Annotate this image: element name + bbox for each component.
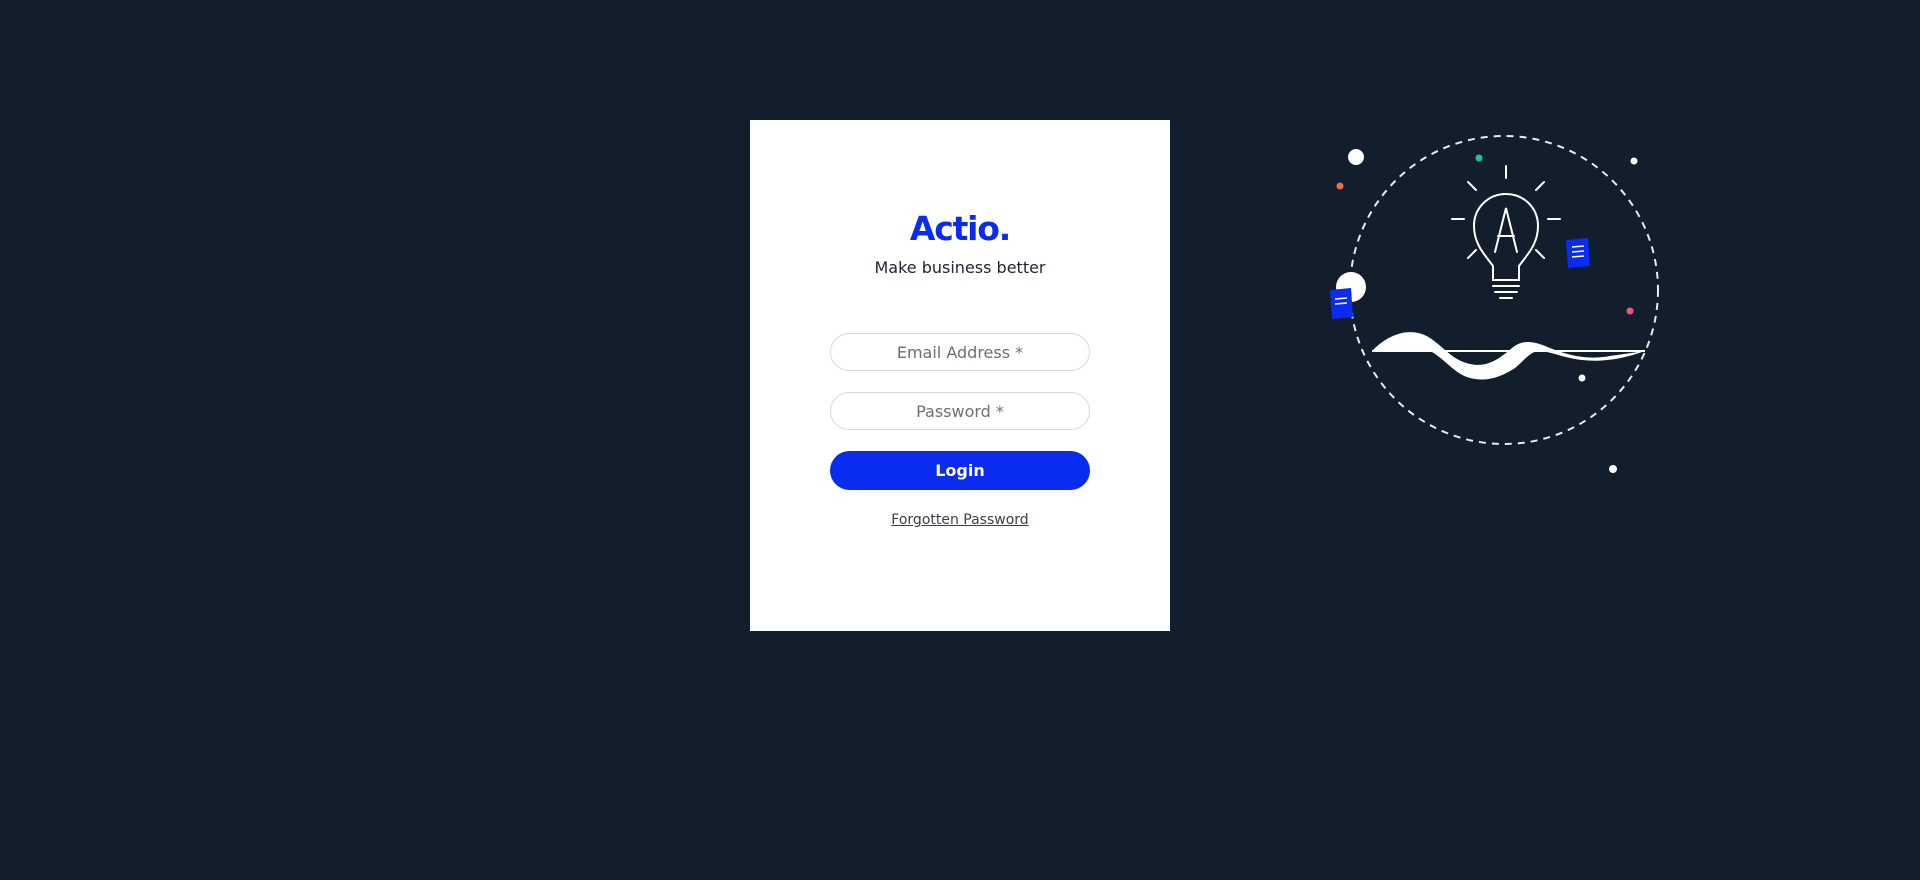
decor-dot <box>1630 157 1638 165</box>
brand-tagline: Make business better <box>874 258 1046 277</box>
forgotten-password-link[interactable]: Forgotten Password <box>750 512 1170 528</box>
password-field[interactable] <box>830 392 1090 430</box>
login-page: Actio. Make business better Login Forgot… <box>0 0 1920 880</box>
decor-dot <box>1336 182 1344 190</box>
document-icon <box>1330 288 1353 319</box>
decor-dot <box>1578 374 1586 382</box>
login-button[interactable]: Login <box>830 451 1090 490</box>
decor-dot <box>1609 465 1617 473</box>
decor-dot <box>1626 307 1634 315</box>
document-icon <box>1566 238 1590 268</box>
wave-shape <box>1372 332 1645 380</box>
email-field[interactable] <box>830 333 1090 371</box>
decor-dot <box>1348 149 1364 165</box>
lightbulb-icon <box>1472 192 1540 299</box>
dashed-circle <box>1349 135 1659 445</box>
decor-dot <box>1475 154 1483 162</box>
brand-logo: Actio. <box>909 209 1011 248</box>
lightbulb-illustration <box>1330 135 1659 473</box>
login-card: Actio. Make business better Login Forgot… <box>750 120 1170 631</box>
